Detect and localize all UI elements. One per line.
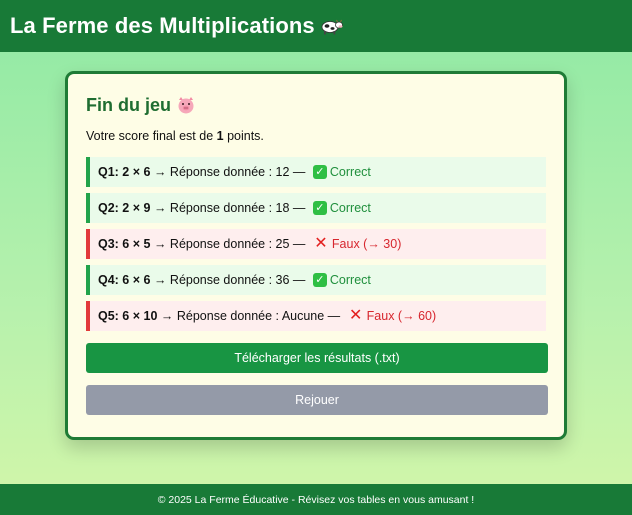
answer-text: → Réponse donnée : Aucune — — [157, 309, 344, 323]
answer-text: → Réponse donnée : 18 — — [150, 201, 309, 215]
status-text: Faux (→ 30) — [331, 237, 402, 251]
card-title-text: Fin du jeu — [86, 94, 171, 115]
status-text: Correct — [329, 165, 371, 179]
check-icon: ✓ — [312, 201, 327, 215]
answer-text: → Réponse donnée : 25 — — [150, 237, 309, 251]
status-text: Correct — [329, 201, 371, 215]
cross-icon: ✕ — [348, 307, 363, 324]
question-label: Q4: 6 × 6 — [98, 273, 151, 287]
page-footer: © 2025 La Ferme Éducative - Révisez vos … — [0, 484, 632, 515]
download-results-button[interactable]: Télécharger les résultats (.txt) — [86, 343, 548, 373]
footer-text: © 2025 La Ferme Éducative - Révisez vos … — [157, 493, 475, 506]
app-title: La Ferme des Multiplications — [10, 13, 315, 38]
score-suffix: points. — [223, 129, 264, 143]
question-label: Q5: 6 × 10 — [98, 309, 158, 323]
score-value: 1 — [216, 129, 224, 143]
status-text: Faux (→ 60) — [366, 309, 437, 323]
final-score: Votre score final est de 1 points. — [86, 129, 546, 147]
status-wrong: ✕ Faux (→ 60) — [348, 307, 437, 324]
replay-button[interactable]: Rejouer — [86, 385, 548, 415]
cow-icon — [321, 17, 343, 35]
cross-icon: ✕ — [314, 235, 328, 252]
question-label: Q2: 2 × 9 — [98, 201, 151, 215]
result-row-q3: Q3: 6 × 5 → Réponse donnée : 25 — ✕ Faux… — [86, 229, 546, 259]
app-header: La Ferme des Multiplications — [0, 0, 632, 52]
results-card: Fin du jeu Votre score final est de 1 po… — [65, 71, 567, 440]
status-correct: ✓ Correct — [312, 201, 371, 215]
status-correct: ✓ Correct — [312, 165, 371, 179]
check-icon: ✓ — [312, 273, 327, 287]
answer-text: → Réponse donnée : 12 — — [150, 165, 309, 179]
result-row-q1: Q1: 2 × 6 → Réponse donnée : 12 — ✓ Corr… — [86, 157, 546, 187]
answer-text: → Réponse donnée : 36 — — [150, 273, 309, 287]
score-prefix: Votre score final est de — [86, 129, 217, 143]
question-label: Q1: 2 × 6 — [98, 165, 151, 179]
result-row-q4: Q4: 6 × 6 → Réponse donnée : 36 — ✓ Corr… — [86, 265, 546, 295]
results-list: Q1: 2 × 6 → Réponse donnée : 12 — ✓ Corr… — [86, 157, 546, 331]
status-text: Correct — [329, 273, 371, 287]
check-icon: ✓ — [312, 165, 327, 179]
status-correct: ✓ Correct — [312, 273, 371, 287]
status-wrong: ✕ Faux (→ 30) — [313, 235, 402, 252]
pig-icon — [176, 96, 196, 114]
question-label: Q3: 6 × 5 — [98, 237, 151, 251]
result-row-q2: Q2: 2 × 9 → Réponse donnée : 18 — ✓ Corr… — [86, 193, 546, 223]
result-row-q5: Q5: 6 × 10 → Réponse donnée : Aucune — ✕… — [86, 301, 546, 331]
card-title: Fin du jeu — [86, 92, 546, 118]
